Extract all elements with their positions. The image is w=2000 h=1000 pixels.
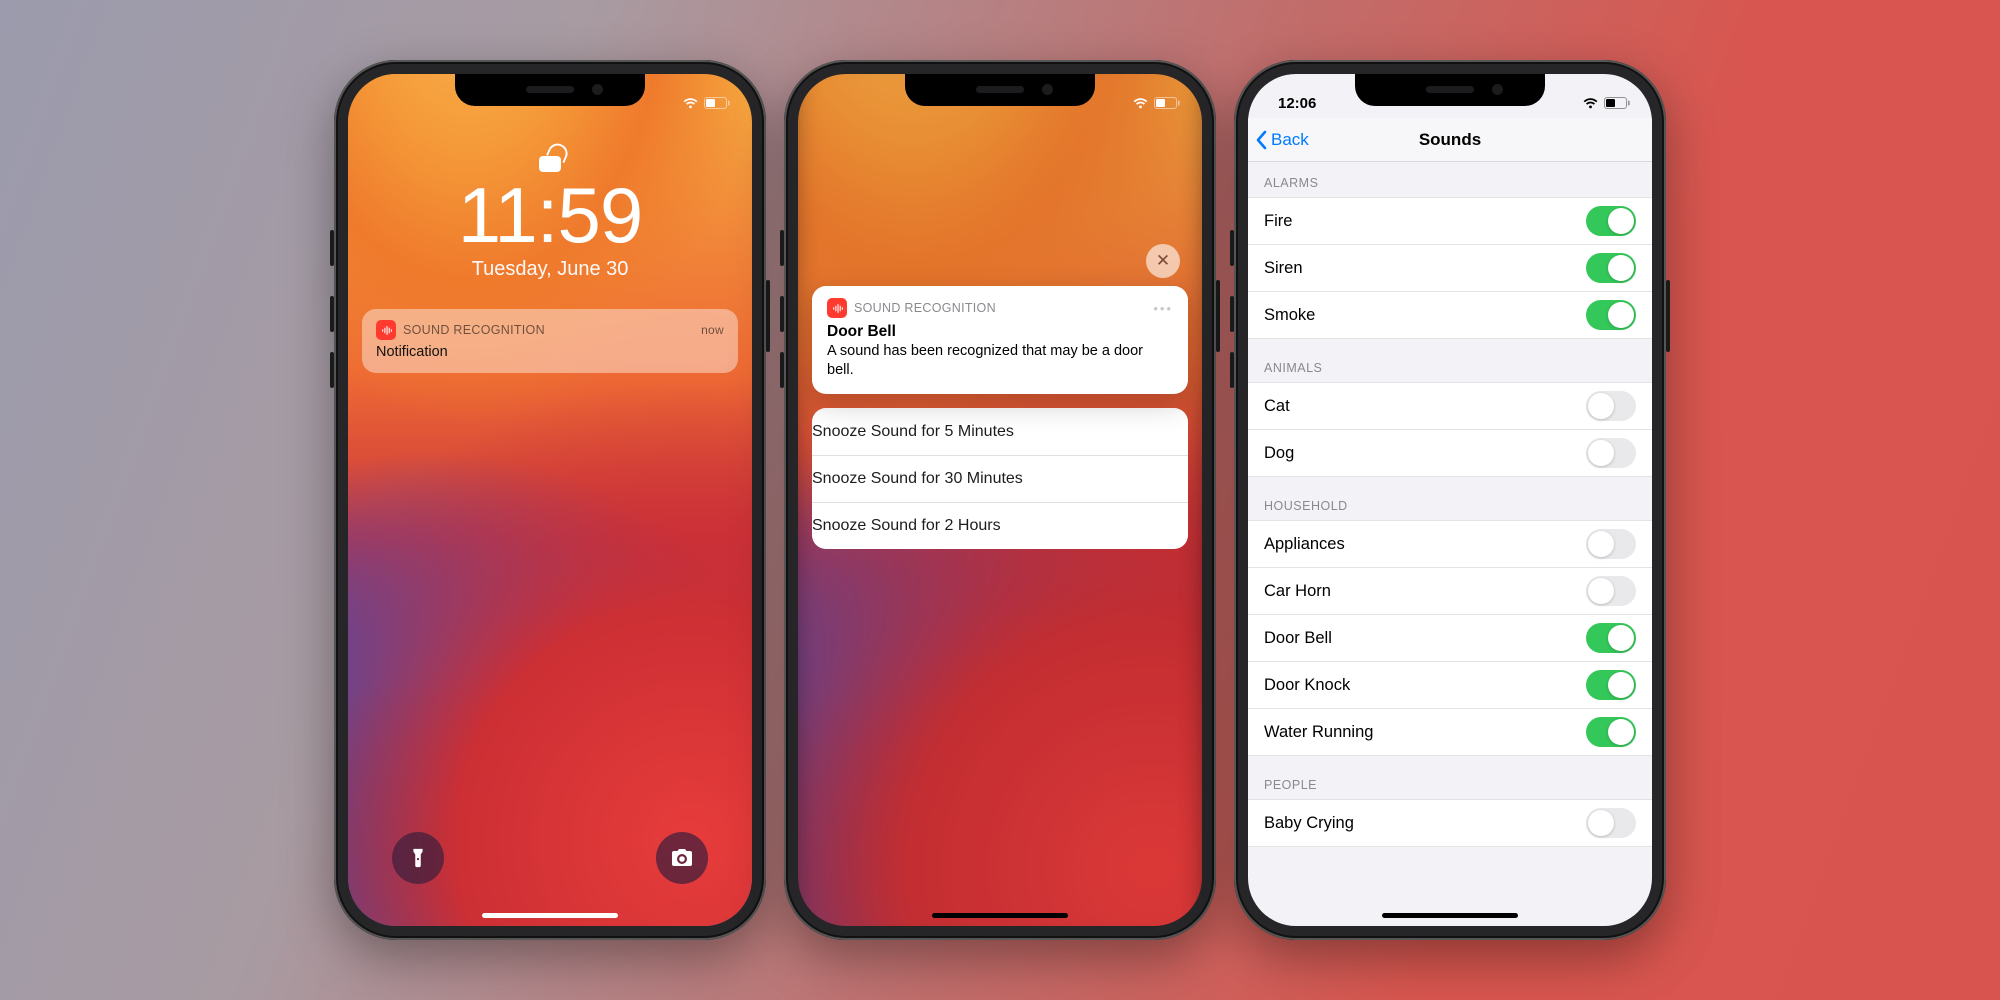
settings-row-door-bell[interactable]: Door Bell bbox=[1248, 614, 1652, 661]
settings-list[interactable]: ALARMS Fire Siren Smoke ANIMALS Cat Dog HOUSEHO… bbox=[1248, 162, 1652, 926]
row-label: Car Horn bbox=[1264, 582, 1586, 601]
settings-row-fire[interactable]: Fire bbox=[1248, 197, 1652, 244]
notification-card[interactable]: SOUND RECOGNITION ••• Door Bell A sound … bbox=[812, 286, 1188, 394]
section-header: PEOPLE bbox=[1248, 756, 1652, 799]
snooze-2-hours[interactable]: Snooze Sound for 2 Hours bbox=[812, 502, 1188, 549]
snooze-30-min[interactable]: Snooze Sound for 30 Minutes bbox=[812, 455, 1188, 502]
section-header: ANIMALS bbox=[1248, 339, 1652, 382]
row-label: Door Bell bbox=[1264, 629, 1586, 648]
toggle[interactable] bbox=[1586, 623, 1636, 653]
toggle[interactable] bbox=[1586, 253, 1636, 283]
row-label: Smoke bbox=[1264, 306, 1586, 325]
notch bbox=[1355, 74, 1545, 106]
toggle[interactable] bbox=[1586, 438, 1636, 468]
wifi-icon bbox=[682, 97, 699, 109]
wifi-icon bbox=[1582, 97, 1599, 109]
camera-icon bbox=[670, 846, 694, 870]
notch bbox=[905, 74, 1095, 106]
close-icon: ✕ bbox=[1156, 251, 1170, 271]
row-label: Fire bbox=[1264, 212, 1586, 231]
row-label: Appliances bbox=[1264, 535, 1586, 554]
toggle[interactable] bbox=[1586, 391, 1636, 421]
home-indicator[interactable] bbox=[1382, 913, 1518, 918]
toggle[interactable] bbox=[1586, 717, 1636, 747]
settings-row-car-horn[interactable]: Car Horn bbox=[1248, 567, 1652, 614]
lock-time: 11:59 bbox=[348, 176, 752, 254]
settings-row-appliances[interactable]: Appliances bbox=[1248, 520, 1652, 567]
row-label: Dog bbox=[1264, 444, 1586, 463]
toggle[interactable] bbox=[1586, 206, 1636, 236]
chevron-left-icon bbox=[1256, 130, 1268, 150]
notification-actions: Snooze Sound for 5 Minutes Snooze Sound … bbox=[812, 408, 1188, 549]
snooze-5-min[interactable]: Snooze Sound for 5 Minutes bbox=[812, 408, 1188, 455]
row-label: Cat bbox=[1264, 397, 1586, 416]
sound-recognition-app-icon bbox=[376, 320, 396, 340]
lock-date: Tuesday, June 30 bbox=[348, 258, 752, 281]
section-header: ALARMS bbox=[1248, 162, 1652, 197]
phone-lockscreen: 11:59 Tuesday, June 30 SOUND RECOGNITION… bbox=[334, 60, 766, 940]
battery-icon bbox=[1154, 97, 1180, 109]
settings-row-door-knock[interactable]: Door Knock bbox=[1248, 661, 1652, 708]
back-button[interactable]: Back bbox=[1256, 118, 1309, 162]
more-icon[interactable]: ••• bbox=[1153, 302, 1173, 315]
sound-recognition-app-icon bbox=[827, 298, 847, 318]
toggle[interactable] bbox=[1586, 300, 1636, 330]
flashlight-icon bbox=[407, 847, 429, 869]
battery-icon bbox=[1604, 97, 1630, 109]
toggle[interactable] bbox=[1586, 670, 1636, 700]
nav-bar: Back Sounds bbox=[1248, 118, 1652, 162]
settings-row-smoke[interactable]: Smoke bbox=[1248, 291, 1652, 338]
row-label: Siren bbox=[1264, 259, 1586, 278]
settings-row-dog[interactable]: Dog bbox=[1248, 429, 1652, 476]
notification-message: Notification bbox=[376, 344, 724, 360]
notch bbox=[455, 74, 645, 106]
notification-banner[interactable]: SOUND RECOGNITION now Notification bbox=[362, 309, 738, 373]
page-title: Sounds bbox=[1419, 130, 1481, 150]
back-label: Back bbox=[1271, 130, 1309, 150]
camera-button[interactable] bbox=[656, 832, 708, 884]
section-header: HOUSEHOLD bbox=[1248, 477, 1652, 520]
lock-open-icon bbox=[539, 142, 561, 172]
phone-settings-sounds: 12:06 Back Sounds ALARMS Fire Siren Smoke AN… bbox=[1234, 60, 1666, 940]
notification-app-name: SOUND RECOGNITION bbox=[403, 323, 694, 337]
settings-row-siren[interactable]: Siren bbox=[1248, 244, 1652, 291]
row-label: Baby Crying bbox=[1264, 814, 1586, 833]
notification-timestamp: now bbox=[701, 323, 724, 337]
home-indicator[interactable] bbox=[932, 913, 1068, 918]
settings-row-baby-crying[interactable]: Baby Crying bbox=[1248, 799, 1652, 846]
home-indicator[interactable] bbox=[482, 913, 618, 918]
close-button[interactable]: ✕ bbox=[1146, 244, 1180, 278]
notification-body: A sound has been recognized that may be … bbox=[827, 342, 1173, 380]
row-label: Water Running bbox=[1264, 723, 1586, 742]
battery-icon bbox=[704, 97, 730, 109]
notification-title: Door Bell bbox=[827, 323, 1173, 341]
toggle[interactable] bbox=[1586, 529, 1636, 559]
wifi-icon bbox=[1132, 97, 1149, 109]
settings-row-cat[interactable]: Cat bbox=[1248, 382, 1652, 429]
toggle[interactable] bbox=[1586, 576, 1636, 606]
flashlight-button[interactable] bbox=[392, 832, 444, 884]
row-label: Door Knock bbox=[1264, 676, 1586, 695]
phone-notification-expanded: ✕ SOUND RECOGNITION ••• Door Bell A soun… bbox=[784, 60, 1216, 940]
notification-app-name: SOUND RECOGNITION bbox=[854, 301, 1146, 315]
status-time: 12:06 bbox=[1278, 95, 1316, 112]
toggle[interactable] bbox=[1586, 808, 1636, 838]
settings-row-water-running[interactable]: Water Running bbox=[1248, 708, 1652, 755]
